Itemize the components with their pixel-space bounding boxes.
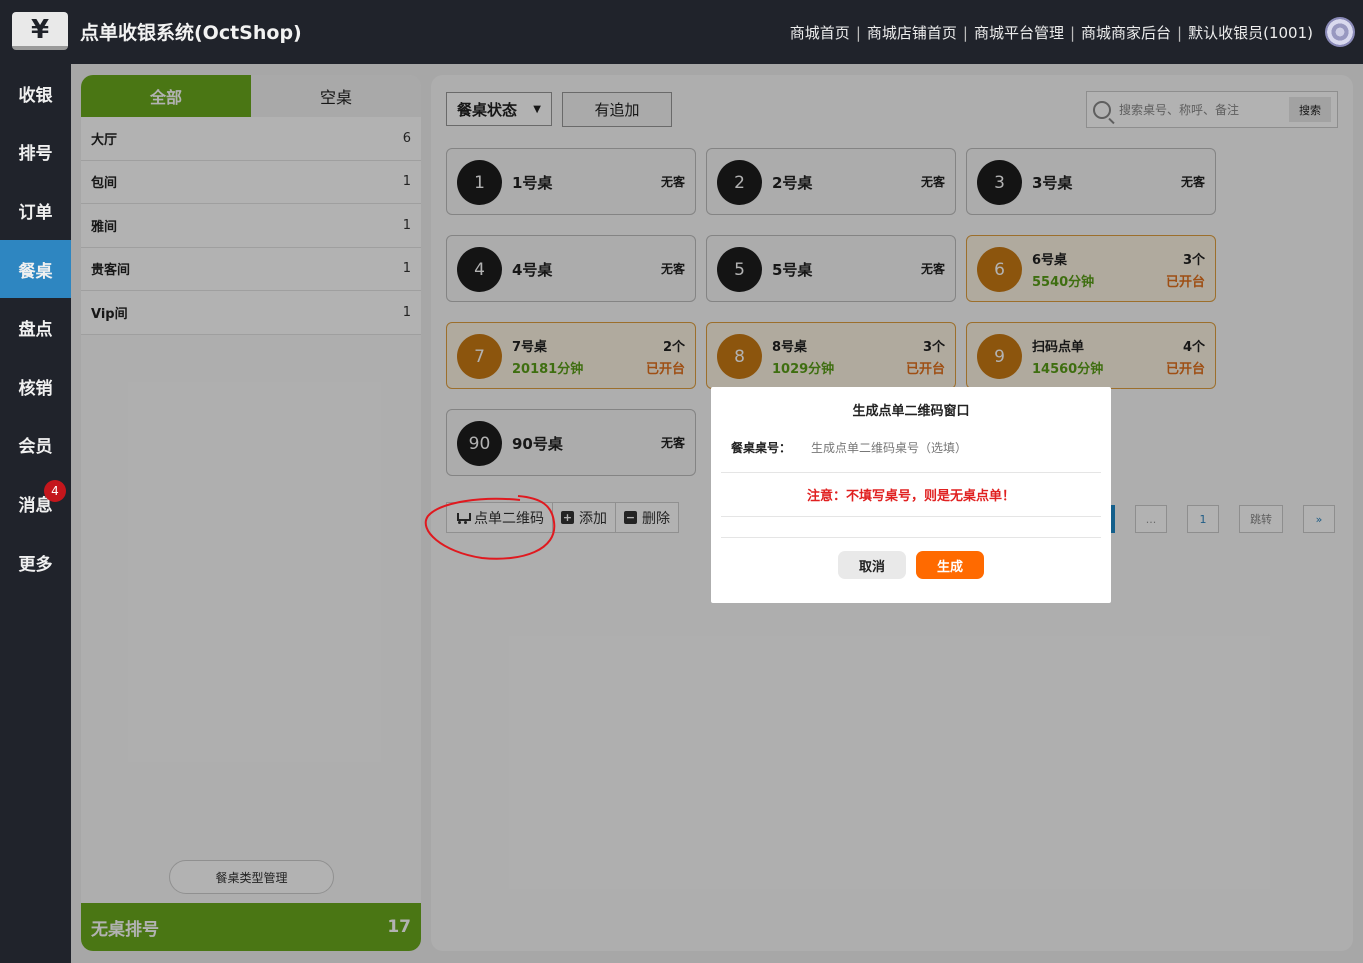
message-count-badge: 4 — [44, 480, 66, 503]
nav-separator: | — [1177, 23, 1183, 42]
side-nav: 收银 排号 订单 餐桌 盘点 核销 会员 消息 4 更多 — [0, 64, 71, 963]
nav-item-checkout[interactable]: 收银 — [0, 64, 71, 123]
nav-item-more[interactable]: 更多 — [0, 533, 71, 592]
nav-link-store-home[interactable]: 商城店铺首页 — [867, 22, 957, 43]
nav-item-messages[interactable]: 消息 4 — [0, 474, 71, 533]
nav-item-label: 餐桌 — [18, 261, 53, 282]
nav-item-label: 会员 — [18, 437, 53, 458]
app-title: 点单收银系统(OctShop) — [80, 22, 302, 44]
nav-separator: | — [855, 23, 861, 42]
nav-item-label: 收银 — [18, 85, 53, 106]
nav-link-mall-home[interactable]: 商城首页 — [790, 22, 850, 43]
nav-item-label: 核销 — [18, 378, 53, 399]
nav-item-members[interactable]: 会员 — [0, 416, 71, 475]
top-bar: ¥ 点单收银系统(OctShop) 商城首页 | 商城店铺首页 | 商城平台管理… — [0, 0, 1363, 64]
nav-item-tables[interactable]: 餐桌 — [0, 239, 71, 299]
nav-item-label: 排号 — [18, 144, 53, 165]
qrcode-modal: 生成点单二维码窗口 餐桌桌号： 注意：不填写桌号，则是无桌点单！ 取消 生成 — [711, 387, 1111, 603]
divider — [721, 472, 1101, 473]
modal-title: 生成点单二维码窗口 — [852, 404, 970, 419]
table-number-input[interactable] — [811, 437, 1091, 459]
avatar[interactable] — [1325, 17, 1355, 47]
nav-link-merchant-admin[interactable]: 商城商家后台 — [1081, 22, 1171, 43]
nav-item-label: 订单 — [18, 202, 53, 223]
nav-item-orders[interactable]: 订单 — [0, 181, 71, 240]
cashier-user-link[interactable]: 默认收银员(1001) — [1188, 22, 1313, 43]
cancel-button[interactable]: 取消 — [838, 551, 906, 579]
nav-item-verify[interactable]: 核销 — [0, 357, 71, 416]
nav-separator: | — [962, 23, 968, 42]
divider — [721, 516, 1101, 517]
nav-item-queue[interactable]: 排号 — [0, 123, 71, 182]
table-number-label: 餐桌桌号： — [731, 441, 792, 455]
nav-item-label: 盘点 — [18, 320, 53, 341]
notice-text: 注意：不填写桌号，则是无桌点单！ — [806, 489, 1015, 504]
top-nav: 商城首页 | 商城店铺首页 | 商城平台管理 | 商城商家后台 | 默认收银员(… — [790, 22, 1313, 43]
nav-item-label: 更多 — [18, 554, 53, 575]
generate-button[interactable]: 生成 — [916, 551, 984, 579]
yen-logo-icon[interactable]: ¥ — [12, 12, 68, 50]
divider — [721, 537, 1101, 538]
nav-link-platform-admin[interactable]: 商城平台管理 — [974, 22, 1064, 43]
nav-separator: | — [1069, 23, 1076, 42]
nav-item-inventory[interactable]: 盘点 — [0, 298, 71, 357]
